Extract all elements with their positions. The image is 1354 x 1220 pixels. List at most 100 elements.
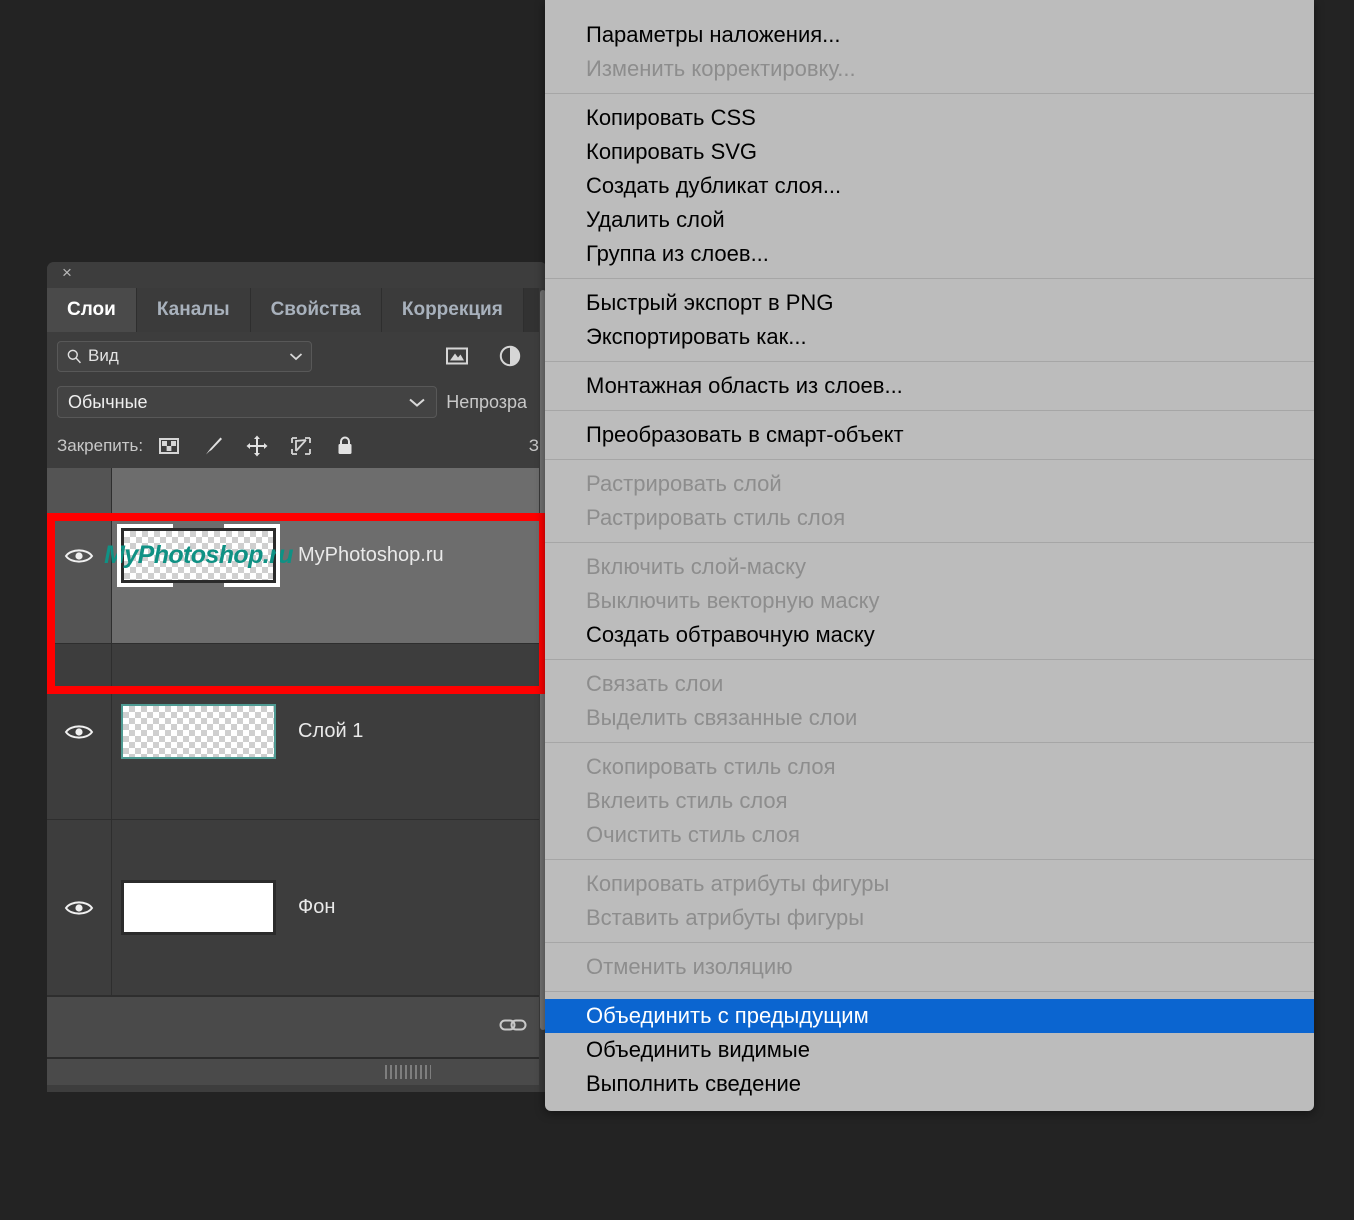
layer-filter-select[interactable]: Вид: [57, 341, 312, 372]
eye-icon: [64, 546, 94, 566]
search-icon: [66, 348, 83, 365]
layer-thumbnail-cell: Слой 1: [112, 704, 547, 759]
menu-item[interactable]: Монтажная область из слоев...: [545, 369, 1314, 403]
tab-layers[interactable]: Слои: [47, 288, 137, 332]
lock-transparent-pixels-icon[interactable]: [157, 434, 181, 458]
layer-visibility-toggle[interactable]: [47, 644, 112, 819]
menu-item: Выключить векторную маску: [545, 584, 1314, 618]
tab-layers-label: Слои: [67, 299, 116, 321]
menu-item[interactable]: Создать дубликат слоя...: [545, 169, 1314, 203]
menu-top-padding: [545, 0, 1314, 18]
lock-artboard-nesting-icon[interactable]: [289, 434, 313, 458]
filter-type-icons: [445, 332, 547, 380]
layer-thumbnail[interactable]: MyPhotoshop.ru: [121, 528, 276, 583]
menu-item: Включить слой-маску: [545, 550, 1314, 584]
menu-separator: [545, 859, 1314, 860]
layer-visibility-toggle[interactable]: [47, 468, 112, 643]
adjustment-filter-icon[interactable]: [498, 344, 522, 368]
blend-mode-row: Обычные Непрозра: [47, 380, 547, 424]
lock-all-icon[interactable]: [333, 434, 357, 458]
panel-bottom-bar: [47, 1057, 547, 1085]
menu-body: Параметры наложения...Изменить корректир…: [545, 18, 1314, 1101]
link-chain-icon[interactable]: [499, 1015, 527, 1035]
resize-grip[interactable]: [385, 1065, 431, 1079]
tab-properties[interactable]: Свойства: [251, 288, 382, 332]
lock-position-icon[interactable]: [245, 434, 269, 458]
menu-separator: [545, 93, 1314, 94]
layer-visibility-toggle[interactable]: [47, 820, 112, 995]
eye-icon: [64, 898, 94, 918]
image-filter-icon[interactable]: [445, 344, 469, 368]
layer-list: MyPhotoshop.ru MyPhotoshop.ru: [47, 468, 547, 996]
menu-item[interactable]: Объединить видимые: [545, 1033, 1314, 1067]
menu-item[interactable]: Группа из слоев...: [545, 237, 1314, 271]
filter-row: Вид: [47, 332, 547, 380]
menu-separator: [545, 659, 1314, 660]
menu-item[interactable]: Объединить с предыдущим: [545, 999, 1314, 1033]
menu-separator: [545, 991, 1314, 992]
lock-row: Закрепить:: [47, 424, 547, 468]
menu-separator: [545, 410, 1314, 411]
layer-name: Слой 1: [298, 720, 363, 743]
menu-item: Изменить корректировку...: [545, 52, 1314, 86]
layer-thumbnail[interactable]: [121, 704, 276, 759]
layer-row-myphotoshop[interactable]: MyPhotoshop.ru MyPhotoshop.ru: [47, 468, 547, 644]
close-icon[interactable]: ×: [58, 264, 76, 282]
layer-row-sloy1[interactable]: Слой 1: [47, 644, 547, 820]
chevron-down-icon: [289, 352, 303, 361]
menu-item[interactable]: Экспортировать как...: [545, 320, 1314, 354]
menu-item: Вклеить стиль слоя: [545, 784, 1314, 818]
opacity-label: Непрозра: [446, 392, 537, 413]
menu-separator: [545, 542, 1314, 543]
menu-item[interactable]: Преобразовать в смарт-объект: [545, 418, 1314, 452]
menu-separator: [545, 742, 1314, 743]
menu-item[interactable]: Копировать CSS: [545, 101, 1314, 135]
layers-panel: × Слои Каналы Свойства Коррекция Ви: [47, 262, 547, 1092]
lock-label: Закрепить:: [57, 436, 143, 456]
tab-channels-label: Каналы: [157, 299, 230, 321]
tab-channels[interactable]: Каналы: [137, 288, 251, 332]
panel-titlebar: ×: [47, 262, 547, 288]
menu-separator: [545, 459, 1314, 460]
menu-item[interactable]: Копировать SVG: [545, 135, 1314, 169]
layer-name: MyPhotoshop.ru: [298, 544, 444, 567]
layer-context-menu: Параметры наложения...Изменить корректир…: [545, 0, 1314, 1111]
menu-item: Вставить атрибуты фигуры: [545, 901, 1314, 935]
lock-row-trailing: З: [529, 436, 539, 456]
menu-item: Отменить изоляцию: [545, 950, 1314, 984]
menu-separator: [545, 278, 1314, 279]
layer-row-background[interactable]: Фон: [47, 820, 547, 996]
menu-separator: [545, 361, 1314, 362]
chevron-down-icon: [408, 397, 426, 408]
blend-mode-select[interactable]: Обычные: [57, 386, 437, 418]
panel-tabbar: Слои Каналы Свойства Коррекция: [47, 288, 547, 332]
lock-icons: [157, 434, 357, 458]
menu-item: Скопировать стиль слоя: [545, 750, 1314, 784]
eye-icon: [64, 722, 94, 742]
panel-footer: [47, 996, 547, 1057]
menu-item: Растрировать слой: [545, 467, 1314, 501]
tab-properties-label: Свойства: [271, 299, 361, 321]
lock-image-pixels-icon[interactable]: [201, 434, 225, 458]
menu-item: Очистить стиль слоя: [545, 818, 1314, 852]
menu-item: Растрировать стиль слоя: [545, 501, 1314, 535]
menu-item[interactable]: Быстрый экспорт в PNG: [545, 286, 1314, 320]
blend-mode-value: Обычные: [68, 392, 408, 413]
layer-thumbnail-cell: MyPhotoshop.ru MyPhotoshop.ru: [112, 528, 547, 583]
menu-separator: [545, 942, 1314, 943]
menu-item[interactable]: Создать обтравочную маску: [545, 618, 1314, 652]
menu-item: Связать слои: [545, 667, 1314, 701]
menu-item[interactable]: Выполнить сведение: [545, 1067, 1314, 1101]
menu-bottom-padding: [545, 1101, 1314, 1111]
tab-adjustments-label: Коррекция: [402, 299, 503, 321]
layer-thumbnail-text: MyPhotoshop.ru: [104, 541, 293, 570]
menu-item: Копировать атрибуты фигуры: [545, 867, 1314, 901]
layer-thumbnail[interactable]: [121, 880, 276, 935]
menu-item[interactable]: Удалить слой: [545, 203, 1314, 237]
menu-item[interactable]: Параметры наложения...: [545, 18, 1314, 52]
layer-name: Фон: [298, 896, 335, 919]
tab-adjustments[interactable]: Коррекция: [382, 288, 524, 332]
menu-item: Выделить связанные слои: [545, 701, 1314, 735]
screen-root: × Слои Каналы Свойства Коррекция Ви: [0, 0, 1354, 1220]
layer-thumbnail-cell: Фон: [112, 880, 547, 935]
